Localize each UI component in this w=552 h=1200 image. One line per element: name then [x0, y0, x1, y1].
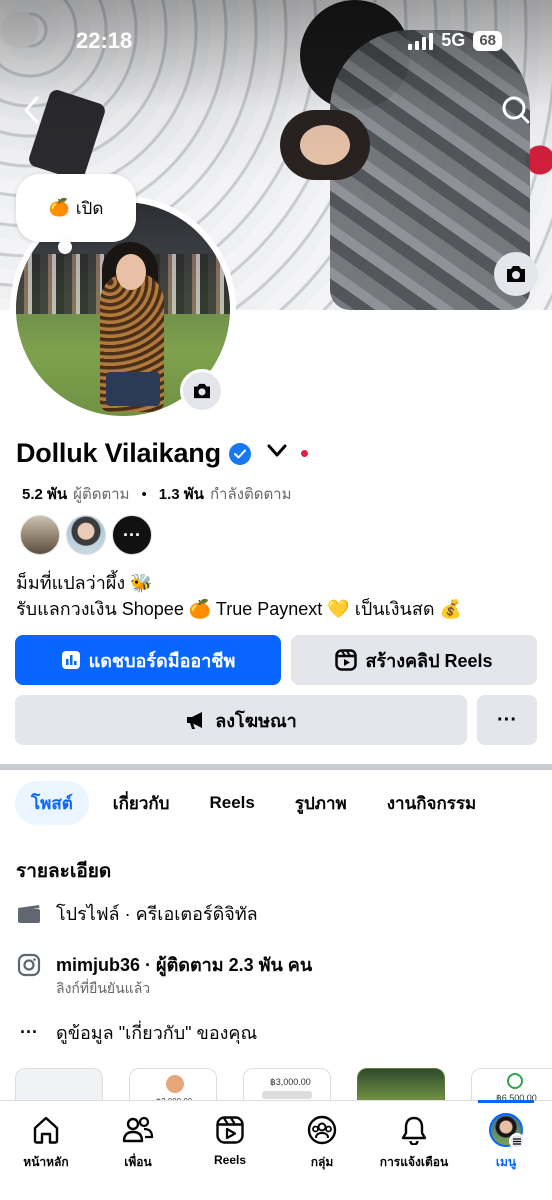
- note-emoji: 🍊: [48, 198, 70, 217]
- megaphone-icon: [187, 712, 203, 729]
- note-tail: [58, 240, 72, 254]
- groups-icon: [305, 1113, 339, 1147]
- battery-icon: 68: [473, 30, 502, 51]
- back-button[interactable]: [18, 95, 44, 125]
- professional-dashboard-button[interactable]: แดชบอร์ดมืออาชีพ: [15, 635, 281, 685]
- create-reels-button[interactable]: สร้างคลิป Reels: [291, 635, 537, 685]
- home-icon: [29, 1113, 63, 1147]
- instagram-text: mimjub36 · ผู้ติดตาม 2.3 พัน คน: [56, 955, 313, 975]
- detail-instagram[interactable]: mimjub36 · ผู้ติดตาม 2.3 พัน คน ลิงก์ที่…: [16, 950, 313, 996]
- create-reels-label: สร้างคลิป Reels: [365, 650, 493, 671]
- reels-icon: [335, 649, 358, 671]
- menu-avatar: [489, 1113, 525, 1149]
- profile-name: Dolluk Vilaikang: [16, 438, 221, 468]
- profile-note[interactable]: 🍊 เปิด: [16, 174, 136, 242]
- details-heading: รายละเอียด: [16, 861, 112, 882]
- nav-groups[interactable]: กลุ่ม: [276, 1101, 368, 1200]
- tab-photos[interactable]: รูปภาพ: [279, 781, 363, 825]
- more-friends-button[interactable]: ···: [112, 515, 152, 555]
- dashboard-label: แดชบอร์ดมืออาชีพ: [88, 650, 236, 671]
- dashboard-icon: [61, 651, 80, 669]
- instagram-verified-text: ลิงก์ที่ยืนยันแล้ว: [56, 980, 151, 996]
- followers-count[interactable]: 5.2 พัน: [22, 482, 67, 506]
- tab-about[interactable]: เกี่ยวกับ: [97, 781, 186, 825]
- nav-menu[interactable]: เมนู: [460, 1100, 552, 1200]
- tab-events[interactable]: งานกิจกรรม: [371, 781, 492, 825]
- edit-profile-picture-button[interactable]: [180, 369, 224, 413]
- menu-hamburger-icon: [509, 1133, 525, 1149]
- nav-reels-label: Reels: [213, 1153, 247, 1167]
- nav-home-label: หน้าหลัก: [23, 1155, 69, 1169]
- profile-name-row: Dolluk Vilaikang: [16, 438, 308, 469]
- avatar-skirt: [106, 372, 160, 406]
- see-about-text: ดูข้อมูล "เกี่ยวกับ" ของคุณ: [56, 1023, 258, 1043]
- advertise-label: ลงโฆษณา: [215, 710, 297, 731]
- friends-icon: [121, 1113, 155, 1147]
- clapperboard-icon: [16, 901, 42, 927]
- bottom-navigation: หน้าหลัก เพื่อน Reels กลุ่ม การแจ้งเตือน: [0, 1100, 552, 1200]
- nav-home[interactable]: หน้าหลัก: [0, 1101, 92, 1200]
- tab-reels[interactable]: Reels: [193, 781, 270, 825]
- following-count[interactable]: 1.3 พัน: [159, 482, 204, 506]
- edit-cover-button[interactable]: [494, 252, 538, 296]
- bio-line: ม็มที่แปลว่าผึ้ง 🐝: [16, 573, 153, 593]
- follow-stats: 5.2 พัน ผู้ติดตาม • 1.3 พัน กำลังติดตาม: [22, 482, 292, 506]
- nav-groups-label: กลุ่ม: [310, 1155, 334, 1169]
- instagram-icon: [16, 952, 42, 978]
- nav-friends-label: เพื่อน: [124, 1155, 152, 1169]
- menu-avatar-wrap: [489, 1113, 525, 1149]
- bio-line: รับแลกวงเงิน Shopee 🍊 True Paynext 💛 เป็…: [16, 599, 462, 619]
- tab-posts[interactable]: โพสต์: [15, 781, 89, 825]
- stats-separator: •: [141, 485, 147, 503]
- friends-preview[interactable]: ···: [20, 515, 152, 555]
- status-time: 22:18: [76, 28, 133, 53]
- nav-friends[interactable]: เพื่อน: [92, 1101, 184, 1200]
- success-check-icon: [507, 1073, 523, 1089]
- bell-icon: [397, 1113, 431, 1147]
- network-type: 5G: [441, 30, 466, 50]
- more-dots-icon: ···: [20, 1022, 38, 1042]
- nav-notifications[interactable]: การแจ้งเตือน: [368, 1101, 460, 1200]
- search-icon: [502, 96, 530, 124]
- chevron-left-icon: [24, 96, 39, 124]
- detail-category-text: โปรไฟล์ · ครีเอเตอร์ดิจิทัล: [56, 904, 258, 924]
- profile-tabs: โพสต์ เกี่ยวกับ Reels รูปภาพ งานกิจกรรม: [15, 781, 500, 825]
- section-divider: [0, 764, 552, 770]
- more-options-button[interactable]: ···: [477, 695, 537, 745]
- bio: ม็มที่แปลว่าผึ้ง 🐝 รับแลกวงเงิน Shopee 🍊…: [16, 570, 462, 622]
- featured-bar: [262, 1091, 312, 1099]
- search-button[interactable]: [498, 92, 534, 128]
- avatar-face: [116, 254, 146, 290]
- following-label: กำลังติดตาม: [209, 486, 292, 503]
- nav-menu-label: เมนู: [495, 1155, 517, 1169]
- camera-icon: [507, 266, 525, 282]
- featured-amount: ฿3,000.00: [270, 1077, 311, 1087]
- notification-dot: [300, 450, 308, 457]
- status-indicators: 5G 68: [408, 30, 502, 51]
- nav-reels[interactable]: Reels: [184, 1101, 276, 1200]
- see-about-info[interactable]: ··· ดูข้อมูล "เกี่ยวกับ" ของคุณ: [16, 1018, 257, 1047]
- friend-avatar[interactable]: [66, 515, 106, 555]
- profile-switch-chevron-down-icon[interactable]: [267, 444, 287, 463]
- friend-avatar[interactable]: [20, 515, 60, 555]
- signal-icon: [408, 32, 434, 50]
- note-text: เปิด: [75, 198, 104, 218]
- camera-icon: [194, 383, 210, 399]
- detail-category: โปรไฟล์ · ครีเอเตอร์ดิจิทัล: [16, 899, 258, 928]
- reels-icon: [213, 1113, 247, 1147]
- featured-avatar: [166, 1075, 184, 1093]
- nav-notifications-label: การแจ้งเตือน: [379, 1155, 449, 1169]
- verified-badge-icon: [228, 442, 251, 465]
- advertise-button[interactable]: ลงโฆษณา: [15, 695, 467, 745]
- followers-label: ผู้ติดตาม: [73, 486, 130, 503]
